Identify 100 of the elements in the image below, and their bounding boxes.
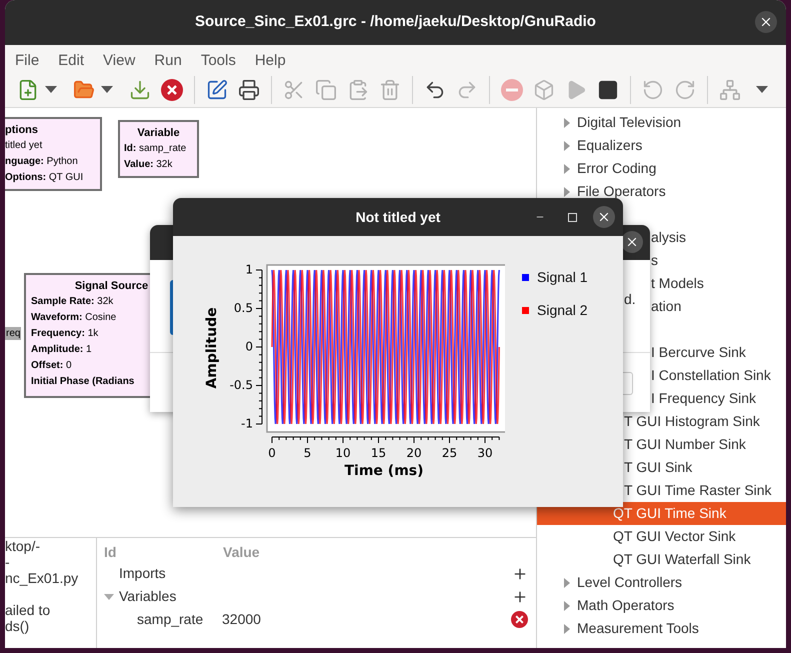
block-parameter: titled yet bbox=[5, 139, 42, 153]
tree-row[interactable]: I Frequency Sink bbox=[651, 387, 786, 410]
close-button[interactable] bbox=[755, 11, 777, 33]
tree-item[interactable]: T GUI Time Raster Sink bbox=[624, 480, 772, 501]
expander-right-icon[interactable] bbox=[564, 186, 571, 196]
variable-value: 32000 bbox=[222, 610, 261, 629]
tree-row[interactable]: QT GUI Time Sink bbox=[537, 502, 786, 525]
tree-item[interactable]: File Operators bbox=[537, 181, 666, 202]
tree-row[interactable]: QT GUI Waterfall Sink bbox=[537, 548, 786, 571]
menu-item[interactable]: Edit bbox=[58, 50, 84, 72]
tree-item[interactable]: Digital Television bbox=[537, 112, 682, 133]
axis-tick-label: 30 bbox=[477, 446, 493, 460]
menu-item[interactable]: Run bbox=[154, 50, 182, 72]
console-line: ds() bbox=[5, 618, 30, 634]
block-parameter: Amplitude: 1 bbox=[31, 343, 93, 357]
block-parameter: Initial Phase (Radians bbox=[31, 375, 136, 389]
port-label: req bbox=[5, 327, 22, 340]
tree-item[interactable]: Math Operators bbox=[537, 595, 674, 616]
edit-icon bbox=[206, 78, 228, 100]
caret-icon bbox=[45, 86, 57, 94]
window-title: Source_Sinc_Ex01.grc - /home/jaeku/Desktop/GnuRadio bbox=[195, 12, 596, 32]
close-button[interactable] bbox=[593, 206, 615, 228]
block-parameter: Waveform: Cosine bbox=[31, 311, 118, 325]
tree-item[interactable]: QT GUI Vector Sink bbox=[537, 526, 736, 547]
tree-item[interactable]: Equalizers bbox=[537, 135, 642, 156]
expander-right-icon[interactable] bbox=[564, 624, 571, 634]
block-parameter: Options: QT GUI bbox=[5, 171, 84, 185]
block-parameter: Value: 32k bbox=[124, 158, 174, 172]
rotate-right-icon bbox=[674, 78, 696, 100]
tree-item[interactable]: I Frequency Sink bbox=[651, 388, 756, 409]
remove-icon[interactable] bbox=[511, 611, 528, 628]
column-header: Value bbox=[223, 542, 260, 562]
tree-row[interactable]: I Constellation Sink bbox=[651, 364, 786, 387]
add-icon[interactable] bbox=[512, 588, 528, 604]
block-title: Variable bbox=[137, 126, 180, 141]
expander-right-icon[interactable] bbox=[564, 578, 571, 588]
flowgraph-block[interactable]: Variable Id: samp_rate Value: 32k bbox=[118, 120, 199, 178]
console-line: nc_Ex01.py bbox=[5, 570, 80, 586]
axis-tick-label: 20 bbox=[406, 446, 422, 460]
tree-row[interactable]: T GUI Time Raster Sink bbox=[624, 479, 786, 502]
menu-item[interactable]: View bbox=[103, 50, 136, 72]
tree-row[interactable]: T GUI Number Sink bbox=[624, 433, 786, 456]
paste-icon bbox=[347, 78, 369, 100]
expander-right-icon[interactable] bbox=[564, 164, 571, 174]
tree-item[interactable]: t Models bbox=[651, 273, 704, 294]
menu-item[interactable]: Tools bbox=[200, 50, 236, 72]
tree-item[interactable]: QT GUI Time Sink bbox=[537, 503, 726, 524]
folder-icon bbox=[73, 78, 95, 100]
tree-item[interactable]: alysis bbox=[651, 227, 686, 248]
tree-row[interactable]: QT GUI Vector Sink bbox=[537, 525, 786, 548]
dialog-button[interactable] bbox=[170, 280, 173, 335]
dialog-text: d. bbox=[624, 290, 636, 309]
tree-item[interactable]: Variables bbox=[119, 586, 176, 607]
flowgraph-block[interactable]: ptions titled yet nguage: Python Options: QT GUI bbox=[5, 117, 102, 191]
block-parameter: Sample Rate: 32k bbox=[31, 295, 114, 309]
close-icon bbox=[160, 78, 184, 102]
axis-tick-label: 0 bbox=[268, 446, 276, 460]
console-line: ktop/- bbox=[5, 538, 42, 554]
tree-item[interactable]: I Constellation Sink bbox=[651, 365, 771, 386]
maximize-icon bbox=[568, 212, 576, 222]
tree-row[interactable]: I Bercurve Sink bbox=[651, 341, 786, 364]
tree-item[interactable]: T GUI Histogram Sink bbox=[624, 411, 760, 432]
rotate-left-icon bbox=[642, 78, 664, 100]
tree-item[interactable]: ation bbox=[651, 296, 682, 317]
axis-title: Amplitude bbox=[204, 307, 220, 389]
download-icon bbox=[129, 78, 151, 100]
tree-item[interactable]: Measurement Tools bbox=[537, 618, 699, 639]
menu-item[interactable]: File bbox=[15, 50, 40, 72]
close-button[interactable] bbox=[621, 231, 643, 253]
tree-item[interactable]: s bbox=[651, 250, 658, 271]
expander-right-icon[interactable] bbox=[564, 600, 571, 610]
axis-tick-label: -0.5 bbox=[230, 378, 253, 392]
menu-item[interactable]: Help bbox=[254, 50, 286, 72]
expander-down-icon[interactable] bbox=[104, 592, 114, 602]
window-title: Not titled yet bbox=[356, 208, 440, 227]
tree-item[interactable]: QT GUI Waterfall Sink bbox=[537, 549, 751, 570]
add-icon[interactable] bbox=[512, 566, 528, 582]
axis-tick-label: 5 bbox=[304, 446, 312, 460]
copy-icon bbox=[315, 78, 337, 100]
block-parameter: Frequency: 1k bbox=[31, 327, 100, 341]
tree-item[interactable]: Error Coding bbox=[537, 158, 656, 179]
tree-item[interactable]: Level Controllers bbox=[537, 572, 682, 593]
cube-icon bbox=[533, 78, 555, 100]
tree-item[interactable]: T GUI Sink bbox=[624, 457, 692, 478]
tree-row[interactable]: T GUI Sink bbox=[624, 456, 786, 479]
axis-tick-label: 15 bbox=[370, 446, 386, 460]
scissors-icon bbox=[283, 78, 305, 100]
axis-tick-label: 25 bbox=[442, 446, 458, 460]
column-header: Id bbox=[104, 542, 118, 562]
tree-row[interactable]: T GUI Histogram Sink bbox=[624, 410, 786, 433]
expander-right-icon[interactable] bbox=[564, 118, 571, 128]
trash-icon bbox=[379, 78, 401, 100]
close-icon bbox=[759, 15, 773, 29]
tree-item[interactable]: I Bercurve Sink bbox=[651, 342, 746, 363]
axis-tick-label: -1 bbox=[241, 416, 253, 430]
caret-icon bbox=[756, 86, 768, 94]
expander-right-icon[interactable] bbox=[564, 140, 571, 150]
tree-item[interactable]: Imports bbox=[119, 563, 166, 584]
minus-circle-icon bbox=[500, 78, 524, 102]
tree-item[interactable]: T GUI Number Sink bbox=[624, 434, 746, 455]
